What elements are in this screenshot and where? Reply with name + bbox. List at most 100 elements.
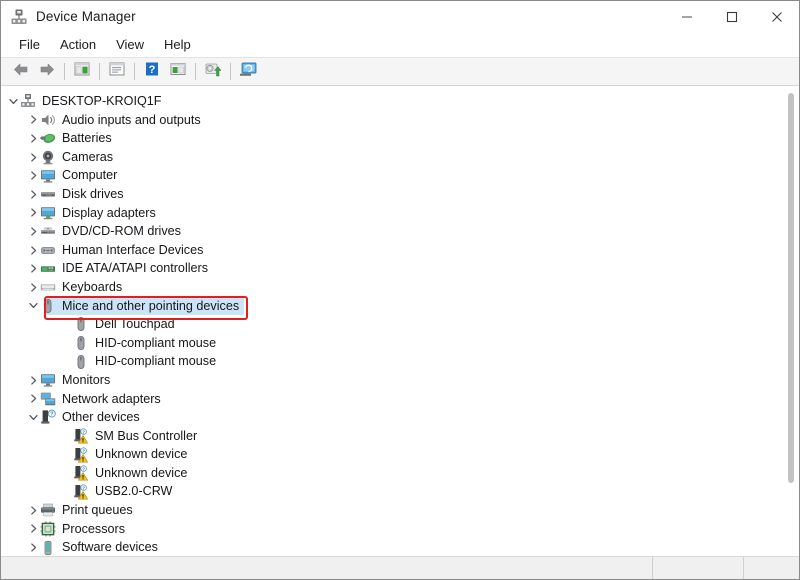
device-manager-icon [10,8,28,26]
maximize-button[interactable] [709,1,754,32]
tree-item[interactable]: Cameras [1,148,799,167]
status-bar-cell-2 [743,557,799,579]
chevron-right-icon[interactable] [27,132,40,145]
chevron-right-icon[interactable] [27,151,40,164]
forward-button[interactable] [34,60,60,84]
tree-item[interactable]: Monitors [1,371,799,390]
menu-file[interactable]: File [10,35,49,54]
tree-item[interactable]: Mice and other pointing devices [1,296,799,316]
tree-item[interactable]: ? Unknown device [1,464,799,483]
tree-item[interactable]: HID-compliant mouse [1,334,799,353]
chevron-none [60,337,73,350]
close-button[interactable] [754,1,799,32]
chevron-right-icon[interactable] [27,374,40,387]
chevron-right-icon[interactable] [27,281,40,294]
chevron-right-icon[interactable] [27,188,40,201]
tree-item-label: Unknown device [95,465,188,480]
add-legacy-hardware-button[interactable] [235,60,261,84]
unknown-device-warning-icon: ? [73,428,89,444]
chevron-right-icon[interactable] [27,169,40,182]
svg-text:?: ? [82,466,85,471]
chevron-right-icon[interactable] [27,392,40,405]
forward-arrow-icon [38,62,56,82]
tree-item[interactable]: Print queues [1,501,799,520]
toolbar: ? [1,57,799,86]
tree-item-label: Computer [62,168,118,183]
properties-button[interactable] [104,60,130,84]
tree-item[interactable]: Display adapters [1,204,799,223]
tree-item[interactable]: Keyboards [1,278,799,297]
monitor-icon [40,168,56,184]
chevron-right-icon[interactable] [27,244,40,257]
window-title: Device Manager [36,9,136,24]
device-tree: DESKTOP-KROIQ1F Audio inputs and outputs B… [1,92,799,556]
tree-item[interactable]: ? USB2.0-CRW [1,482,799,501]
chevron-none [60,318,73,331]
menu-help[interactable]: Help [155,35,200,54]
tree-item-label: IDE ATA/ATAPI controllers [62,261,209,276]
tree-item[interactable]: Network adapters [1,390,799,409]
chevron-down-icon[interactable] [27,299,40,312]
update-driver-button[interactable] [165,60,191,84]
tree-item[interactable]: Batteries [1,129,799,148]
mouse-icon [73,354,89,370]
mouse-icon [73,316,89,332]
chevron-right-icon[interactable] [27,541,40,554]
mouse-icon [73,335,89,351]
chevron-right-icon[interactable] [27,225,40,238]
chevron-right-icon[interactable] [27,262,40,275]
chevron-none [60,467,73,480]
display-adapter-icon [40,205,56,221]
minimize-button[interactable] [664,1,709,32]
printer-icon [40,502,56,518]
chevron-right-icon[interactable] [27,113,40,126]
toolbar-separator-3 [134,63,135,80]
toolbar-separator-1 [64,63,65,80]
device-tree-pane[interactable]: DESKTOP-KROIQ1F Audio inputs and outputs B… [1,86,799,556]
show-hide-console-tree-button[interactable] [69,60,95,84]
network-adapter-icon [40,391,56,407]
processor-icon [40,521,56,537]
chevron-none [60,355,73,368]
help-button[interactable]: ? [139,60,165,84]
svg-text:?: ? [82,448,85,453]
tree-item[interactable]: Computer [1,166,799,185]
chevron-right-icon[interactable] [27,206,40,219]
computer-root-icon [20,93,36,109]
tree-item-label: Keyboards [62,279,123,294]
tree-item[interactable]: Human Interface Devices [1,241,799,260]
tree-item[interactable]: Processors [1,520,799,539]
chevron-right-icon[interactable] [27,522,40,535]
console-tree-icon [73,61,91,82]
menu-view[interactable]: View [107,35,153,54]
tree-item[interactable]: ? SM Bus Controller [1,427,799,446]
tree-item[interactable]: Software devices [1,538,799,556]
tree-item[interactable]: Disk drives [1,185,799,204]
unknown-device-warning-icon: ? [73,484,89,500]
vertical-scrollbar[interactable] [785,87,798,556]
tree-item[interactable]: DVD/CD-ROM drives [1,222,799,241]
tree-item[interactable]: DESKTOP-KROIQ1F [1,92,799,111]
tree-item[interactable]: IDE ATA/ATAPI controllers [1,259,799,278]
tree-item[interactable]: Audio inputs and outputs [1,111,799,130]
add-hardware-icon [239,61,258,82]
tree-item-label: HID-compliant mouse [95,335,217,350]
software-device-icon [40,540,56,556]
tree-item-label: DESKTOP-KROIQ1F [42,94,162,108]
chevron-down-icon[interactable] [7,95,20,108]
tree-item[interactable]: Dell Touchpad [1,315,799,334]
chevron-down-icon[interactable] [27,411,40,424]
back-button[interactable] [8,60,34,84]
tree-item[interactable]: ? Unknown device [1,445,799,464]
chevron-right-icon[interactable] [27,504,40,517]
tree-item-label: Unknown device [95,447,188,462]
optical-drive-icon [40,223,56,239]
tree-item[interactable]: ? Other devices [1,408,799,427]
scan-hardware-changes-button[interactable] [200,60,226,84]
vertical-scrollbar-thumb[interactable] [788,93,794,483]
tree-item[interactable]: HID-compliant mouse [1,352,799,371]
menu-bar: File Action View Help [1,32,799,57]
toolbar-separator-2 [99,63,100,80]
mouse-icon [40,298,56,314]
menu-action[interactable]: Action [51,35,105,54]
